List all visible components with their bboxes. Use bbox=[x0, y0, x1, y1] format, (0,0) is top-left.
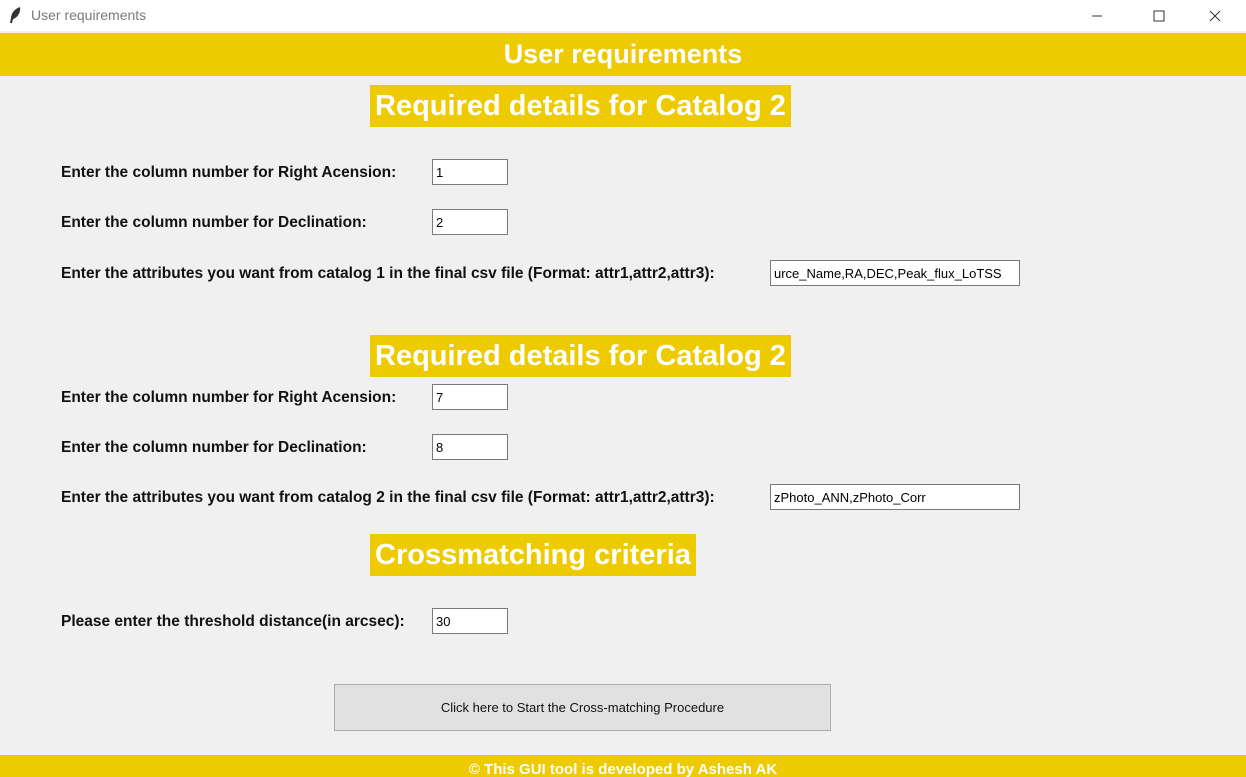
criteria-section-title: Crossmatching criteria bbox=[370, 534, 696, 576]
catalog1-attrs-input[interactable] bbox=[770, 260, 1020, 286]
minimize-icon bbox=[1092, 15, 1102, 16]
catalog1-dec-label: Enter the column number for Declination: bbox=[61, 214, 367, 231]
catalog2-dec-label: Enter the column number for Declination: bbox=[61, 439, 367, 456]
catalog1-ra-input[interactable] bbox=[432, 159, 508, 185]
footer-credit: © This GUI tool is developed by Ashesh A… bbox=[0, 755, 1246, 777]
catalog1-attrs-label: Enter the attributes you want from catal… bbox=[61, 265, 715, 282]
maximize-icon bbox=[1153, 10, 1165, 21]
catalog2-attrs-label: Enter the attributes you want from catal… bbox=[61, 489, 715, 506]
catalog2-ra-label: Enter the column number for Right Acensi… bbox=[61, 389, 397, 406]
catalog1-section-title: Required details for Catalog 2 bbox=[370, 85, 791, 127]
start-crossmatch-button[interactable]: Click here to Start the Cross-matching P… bbox=[334, 684, 831, 731]
minimize-button[interactable] bbox=[1074, 0, 1120, 31]
catalog2-attrs-input[interactable] bbox=[770, 484, 1020, 510]
catalog1-ra-label: Enter the column number for Right Acensi… bbox=[61, 164, 397, 181]
catalog1-dec-input[interactable] bbox=[432, 209, 508, 235]
maximize-button[interactable] bbox=[1136, 0, 1182, 31]
close-icon bbox=[1209, 10, 1221, 21]
window-titlebar: User requirements bbox=[0, 0, 1246, 31]
threshold-label: Please enter the threshold distance(in a… bbox=[61, 613, 405, 630]
catalog2-dec-input[interactable] bbox=[432, 434, 508, 460]
start-crossmatch-button-label: Click here to Start the Cross-matching P… bbox=[440, 700, 725, 715]
threshold-input[interactable] bbox=[432, 608, 508, 634]
window-title: User requirements bbox=[31, 7, 147, 23]
close-button[interactable] bbox=[1192, 0, 1238, 31]
feather-icon bbox=[10, 7, 21, 23]
catalog2-section-title: Required details for Catalog 2 bbox=[370, 335, 791, 377]
catalog2-ra-input[interactable] bbox=[432, 384, 508, 410]
page-title: User requirements bbox=[0, 33, 1246, 76]
